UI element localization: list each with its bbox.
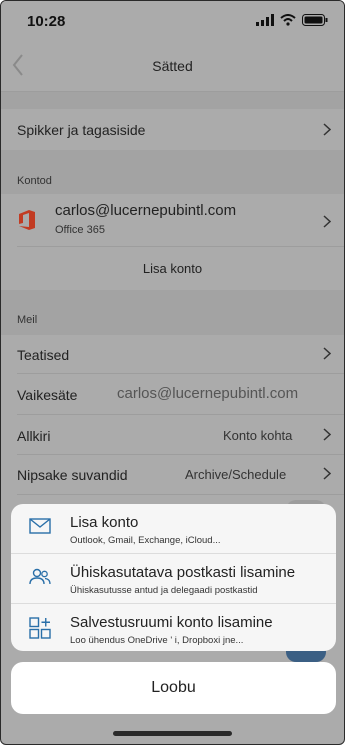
chevron-right-icon [323, 215, 331, 228]
mail-section-header: Meil [1, 290, 344, 335]
sheet-item-shared-mailbox[interactable]: Ühiskasutatava postkasti lisamine Ühiska… [11, 554, 336, 603]
people-icon [29, 568, 51, 585]
notifications-row[interactable]: Teatised [1, 335, 344, 373]
signature-row[interactable]: Allkiri Konto kohta [1, 415, 344, 454]
cancel-button[interactable]: Loobu [11, 662, 336, 714]
system-icons [256, 14, 328, 26]
sheet-item-subtitle: Outlook, Gmail, Exchange, iCloud... [70, 535, 221, 546]
default-label: Vaikesäte [17, 387, 78, 403]
sheet-item-add-account[interactable]: Lisa konto Outlook, Gmail, Exchange, iCl… [11, 504, 336, 553]
divider [17, 494, 344, 495]
sheet-item-title: Lisa konto [70, 514, 139, 531]
add-account-action-sheet: Lisa konto Outlook, Gmail, Exchange, iCl… [11, 504, 336, 651]
page-title: Sätted [152, 58, 193, 74]
notifications-label: Teatised [17, 347, 70, 363]
toggle-switch[interactable] [286, 651, 326, 662]
sheet-item-subtitle: Loo ühendus OneDrive ' i, Dropboxi jne..… [70, 635, 244, 646]
status-time: 10:28 [27, 13, 66, 30]
status-bar: 10:28 [1, 1, 344, 41]
nav-bar: Sätted [1, 41, 344, 92]
chevron-right-icon [323, 347, 331, 360]
swipe-options-row[interactable]: Nipsake suvandid Archive/Schedule [1, 455, 344, 494]
add-account-label: Lisa konto [142, 261, 203, 276]
wifi-icon [280, 14, 296, 26]
chevron-right-icon [323, 428, 331, 441]
chevron-right-icon [323, 123, 331, 136]
sheet-item-title: Ühiskasutatava postkasti lisamine [70, 564, 296, 581]
accounts-section-header: Kontod [1, 150, 344, 194]
envelope-icon [29, 518, 51, 534]
accounts-section-label: Kontod [17, 175, 52, 187]
chevron-right-icon [323, 467, 331, 480]
home-indicator [113, 731, 232, 736]
default-value: carlos@lucernepubintl.com [117, 385, 299, 402]
swipe-options-label: Nipsake suvandid [17, 467, 128, 483]
help-feedback-row[interactable]: Spikker ja tagasiside [1, 109, 344, 150]
signature-label: Allkiri [17, 428, 51, 444]
mail-section-label: Meil [17, 314, 38, 326]
signal-icon [256, 14, 274, 26]
signature-value: Konto kohta [223, 428, 293, 443]
grid-plus-icon [29, 617, 51, 639]
default-account-row[interactable]: Vaikesäte carlos@lucernepubintl.com [1, 374, 344, 414]
section-gap [1, 92, 344, 109]
sheet-item-subtitle: Ühiskasutusse antud ja delegaadi postkas… [70, 585, 258, 596]
add-account-link[interactable]: Lisa konto [1, 247, 344, 290]
battery-icon [302, 14, 328, 26]
phone-screen: 10:28 Sätted Spikker ja tagasiside Konto… [0, 0, 345, 745]
sheet-item-title: Salvestusruumi konto lisamine [70, 614, 273, 631]
help-feedback-label: Spikker ja tagasiside [17, 122, 146, 138]
account-type: Office 365 [55, 224, 105, 236]
sheet-item-storage-account[interactable]: Salvestusruumi konto lisamine Loo ühendu… [11, 604, 336, 651]
swipe-options-value: Archive/Schedule [185, 467, 287, 482]
account-row[interactable]: carlos@lucernepubintl.com Office 365 [1, 194, 344, 246]
account-email: carlos@lucernepubintl.com [55, 202, 237, 219]
office-365-icon [19, 210, 35, 230]
